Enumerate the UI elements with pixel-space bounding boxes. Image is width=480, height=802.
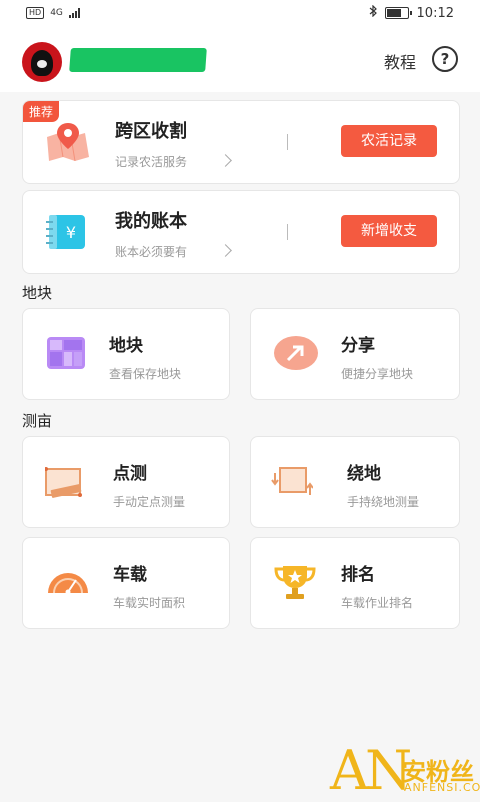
divider (287, 224, 288, 240)
farm-record-button[interactable]: 农活记录 (341, 125, 437, 157)
tile-title: 排名 (341, 565, 375, 585)
card-ledger[interactable]: ¥ 我的账本 账本必须要有 新增收支 (22, 190, 460, 274)
bluetooth-icon (369, 4, 377, 21)
chevron-right-icon (219, 244, 232, 257)
add-expense-button[interactable]: 新增收支 (341, 215, 437, 247)
username-redacted (69, 48, 207, 72)
recommend-badge: 推荐 (23, 101, 60, 122)
header: 教程 ? (0, 28, 480, 92)
section-title-measure: 测亩 (22, 412, 53, 430)
walk-around-icon (271, 465, 314, 503)
avatar[interactable] (22, 42, 62, 82)
tile-point-measure[interactable]: 点测 手动定点测量 (22, 436, 230, 528)
tile-subtitle: 车载实时面积 (113, 596, 186, 610)
tutorial-link[interactable]: 教程 (384, 49, 416, 73)
card-harvest[interactable]: 推荐 跨区收割 记录农活服务 农活记录 (22, 100, 460, 184)
card-subtitle: 记录农活服务 (115, 155, 188, 169)
tile-subtitle: 手持绕地测量 (347, 495, 420, 509)
divider (287, 134, 288, 150)
section-title-plots: 地块 (22, 284, 53, 302)
share-arrow-icon (273, 335, 319, 375)
battery-icon (384, 7, 412, 19)
tile-walk-around[interactable]: 绕地 手持绕地测量 (250, 436, 460, 528)
hd-badge: HD (26, 7, 45, 19)
plot-grid-icon (47, 337, 85, 373)
speedometer-icon (47, 568, 89, 598)
status-right: 10:12 (369, 4, 454, 21)
tile-subtitle: 便捷分享地块 (341, 367, 414, 381)
tile-subtitle: 车载作业排名 (341, 596, 414, 610)
map-pin-icon (45, 123, 91, 165)
tile-ranking[interactable]: 排名 车载作业排名 (250, 537, 460, 629)
tile-plots[interactable]: 地块 查看保存地块 (22, 308, 230, 400)
watermark-domain: ANFENSI.COM (404, 781, 480, 794)
tile-subtitle: 查看保存地块 (109, 367, 182, 381)
watermark-logo: AN (330, 739, 412, 802)
tile-share[interactable]: 分享 便捷分享地块 (250, 308, 460, 400)
avatar-portrait (31, 50, 53, 76)
chevron-right-icon (219, 154, 232, 167)
status-bar: HD 4G 10:12 (0, 0, 480, 28)
tile-vehicle[interactable]: 车载 车载实时面积 (22, 537, 230, 629)
clock: 10:12 (416, 5, 454, 21)
card-subtitle: 账本必须要有 (115, 245, 188, 259)
help-icon[interactable]: ? (432, 46, 458, 72)
card-title: 跨区收割 (115, 121, 187, 142)
battery-fill (386, 9, 401, 17)
card-title: 我的账本 (115, 211, 187, 232)
tile-title: 分享 (341, 336, 375, 356)
signal-icon (68, 8, 80, 18)
svg-text:¥: ¥ (66, 223, 76, 242)
network-type: 4G (50, 8, 63, 18)
tile-subtitle: 手动定点测量 (113, 495, 186, 509)
tile-title: 绕地 (347, 464, 381, 484)
trophy-icon (273, 564, 317, 604)
status-left: HD 4G (26, 7, 80, 19)
ruler-icon (44, 467, 85, 503)
ledger-yuan-icon: ¥ (45, 213, 89, 255)
tile-title: 地块 (109, 336, 143, 356)
tile-title: 车载 (113, 565, 147, 585)
tile-title: 点测 (113, 464, 147, 484)
